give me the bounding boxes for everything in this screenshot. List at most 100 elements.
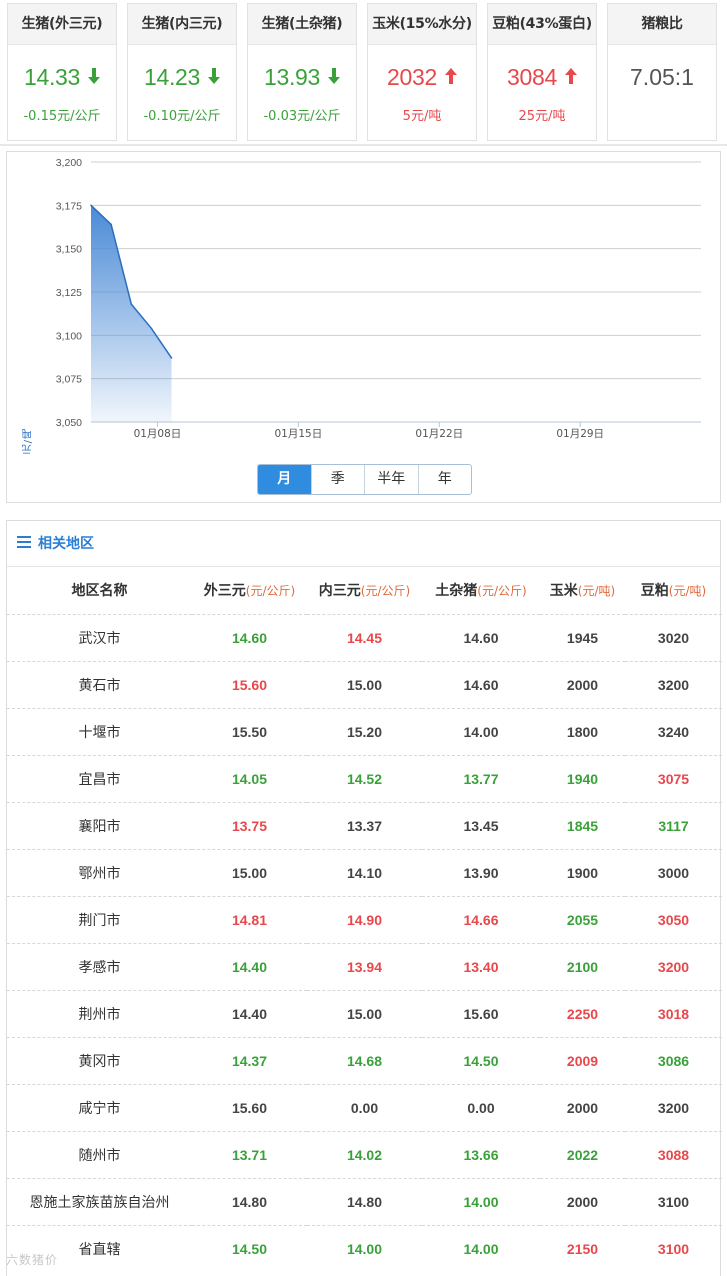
- column-header-label: 地区名称: [71, 583, 128, 600]
- card-title: 猪粮比: [608, 4, 716, 45]
- column-header: 外三元(元/公斤): [192, 567, 307, 614]
- arrow-down-icon: [328, 63, 341, 90]
- region-name-cell: 鄂州市: [7, 848, 192, 896]
- price-cell: 15.00: [307, 989, 422, 1037]
- data-point: [90, 204, 92, 207]
- region-name-cell: 咸宁市: [7, 1083, 192, 1131]
- y-tick-label: 3,125: [56, 287, 82, 299]
- table-row[interactable]: 荆门市 14.81 14.90 14.66 2055 3050: [7, 895, 722, 943]
- range-halfyear-button[interactable]: 半年: [364, 465, 418, 494]
- table-row[interactable]: 黄石市 15.60 15.00 14.60 2000 3200: [7, 660, 722, 708]
- table-header-row: 地区名称 外三元(元/公斤) 内三元(元/公斤) 土杂猪(元/公斤) 玉米(元/吨) 豆粕…: [7, 567, 722, 614]
- card-title: 生猪(内三元): [128, 4, 236, 45]
- ratio-card[interactable]: 猪粮比 7.05:1: [607, 3, 717, 141]
- price-cell: 1945: [540, 613, 625, 661]
- price-cell: 14.68: [307, 1036, 422, 1084]
- column-header-unit: (元/公斤): [245, 584, 296, 599]
- region-name-cell: 随州市: [7, 1130, 192, 1178]
- y-tick-label: 3,100: [56, 330, 82, 342]
- price-cell: 14.40: [192, 942, 307, 990]
- card-change: 25元/吨: [518, 109, 566, 124]
- column-header-unit: (元/吨): [668, 584, 707, 599]
- price-cell: 13.90: [422, 848, 540, 896]
- price-card[interactable]: 生猪(外三元) 14.33 -0.15元/公斤: [7, 3, 117, 141]
- table-row[interactable]: 鄂州市 15.00 14.10 13.90 1900 3000: [7, 848, 722, 896]
- price-card[interactable]: 豆粕(43%蛋白) 3084 25元/吨: [487, 3, 597, 141]
- price-cell: 14.81: [192, 895, 307, 943]
- price-cell: 13.71: [192, 1130, 307, 1178]
- price-cell: 3000: [625, 848, 722, 896]
- y-tick-label: 3,175: [56, 200, 82, 212]
- card-value: 14.23: [128, 64, 236, 92]
- range-year-button[interactable]: 年: [417, 465, 472, 494]
- price-cell: 2100: [540, 942, 625, 990]
- region-name-cell: 荆州市: [7, 989, 192, 1037]
- price-cell: 14.05: [192, 754, 307, 802]
- card-title: 生猪(外三元): [8, 4, 116, 45]
- data-point: [130, 303, 133, 305]
- table-row[interactable]: 十堰市 15.50 15.20 14.00 1800 3240: [7, 707, 722, 755]
- price-cell: 3200: [625, 1083, 722, 1131]
- range-selector: 月 季 半年 年: [257, 464, 472, 495]
- price-cell: 3100: [625, 1177, 722, 1225]
- price-cell: 14.50: [422, 1036, 540, 1084]
- price-cell: 1900: [540, 848, 625, 896]
- price-cell: 2000: [540, 1177, 625, 1225]
- range-month-button[interactable]: 月: [258, 465, 311, 494]
- price-card[interactable]: 生猪(内三元) 14.23 -0.10元/公斤: [127, 3, 237, 141]
- table-row[interactable]: 随州市 13.71 14.02 13.66 2022 3088: [7, 1130, 722, 1178]
- card-value: 13.93: [248, 64, 356, 92]
- table-row[interactable]: 荆州市 14.40 15.00 15.60 2250 3018: [7, 989, 722, 1037]
- price-cell: 15.50: [192, 707, 307, 755]
- price-cell: 1845: [540, 801, 625, 849]
- x-tick-label: 01月22日: [415, 428, 463, 440]
- region-name-cell: 恩施土家族苗族自治州: [7, 1177, 192, 1225]
- price-cell: 14.00: [422, 1177, 540, 1225]
- arrow-down-icon: [208, 63, 221, 90]
- table-row[interactable]: 宜昌市 14.05 14.52 13.77 1940 3075: [7, 754, 722, 802]
- price-cell: 3020: [625, 613, 722, 661]
- table-row[interactable]: 襄阳市 13.75 13.37 13.45 1845 3117: [7, 801, 722, 849]
- price-cell: 1800: [540, 707, 625, 755]
- table-row[interactable]: 武汉市 14.60 14.45 14.60 1945 3020: [7, 613, 722, 661]
- y-tick-label: 3,075: [56, 374, 82, 386]
- column-header-unit: (元/公斤): [360, 584, 411, 599]
- price-cell: 15.20: [307, 707, 422, 755]
- price-cell: 14.52: [307, 754, 422, 802]
- price-cell: 14.90: [307, 895, 422, 943]
- y-tick-label: 3,050: [56, 417, 82, 429]
- price-cell: 14.66: [422, 895, 540, 943]
- price-cell: 3050: [625, 895, 722, 943]
- price-card[interactable]: 玉米(15%水分) 2032 5元/吨: [367, 3, 477, 141]
- price-cell: 2055: [540, 895, 625, 943]
- price-cell: 15.00: [307, 660, 422, 708]
- price-cell: 15.60: [192, 1083, 307, 1131]
- column-header: 玉米(元/吨): [540, 567, 625, 614]
- data-point: [110, 223, 112, 226]
- y-tick-label: 3,150: [56, 244, 82, 256]
- arrow-down-icon: [88, 63, 101, 90]
- region-name-cell: 荆门市: [7, 895, 192, 943]
- price-cell: 3075: [625, 754, 722, 802]
- table-row[interactable]: 省直辖 14.50 14.00 14.00 2150 3100: [7, 1224, 722, 1272]
- price-cell: 14.10: [307, 848, 422, 896]
- region-section-header: 相关地区: [7, 521, 720, 567]
- region-name-cell: 武汉市: [7, 613, 192, 661]
- price-cell: 14.37: [192, 1036, 307, 1084]
- x-tick-label: 01月15日: [274, 428, 322, 440]
- region-name-cell: 黄石市: [7, 660, 192, 708]
- card-change: 5元/吨: [402, 109, 442, 124]
- price-card[interactable]: 生猪(土杂猪) 13.93 -0.03元/公斤: [247, 3, 357, 141]
- table-row[interactable]: 恩施土家族苗族自治州 14.80 14.80 14.00 2000 3100: [7, 1177, 722, 1225]
- price-cell: 14.80: [307, 1177, 422, 1225]
- price-cell: 3200: [625, 942, 722, 990]
- range-quarter-button[interactable]: 季: [310, 465, 365, 494]
- column-header: 内三元(元/公斤): [307, 567, 422, 614]
- table-row[interactable]: 黄冈市 14.37 14.68 14.50 2009 3086: [7, 1036, 722, 1084]
- region-name-cell: 宜昌市: [7, 754, 192, 802]
- ratio-value: 7.05:1: [630, 64, 694, 90]
- table-row[interactable]: 孝感市 14.40 13.94 13.40 2100 3200: [7, 942, 722, 990]
- price-chart: 3,200 3,175 3,150 3,125 3,100 3,075 3,050 01月08…: [6, 151, 721, 503]
- card-title: 豆粕(43%蛋白): [488, 4, 596, 45]
- table-row[interactable]: 咸宁市 15.60 0.00 0.00 2000 3200: [7, 1083, 722, 1131]
